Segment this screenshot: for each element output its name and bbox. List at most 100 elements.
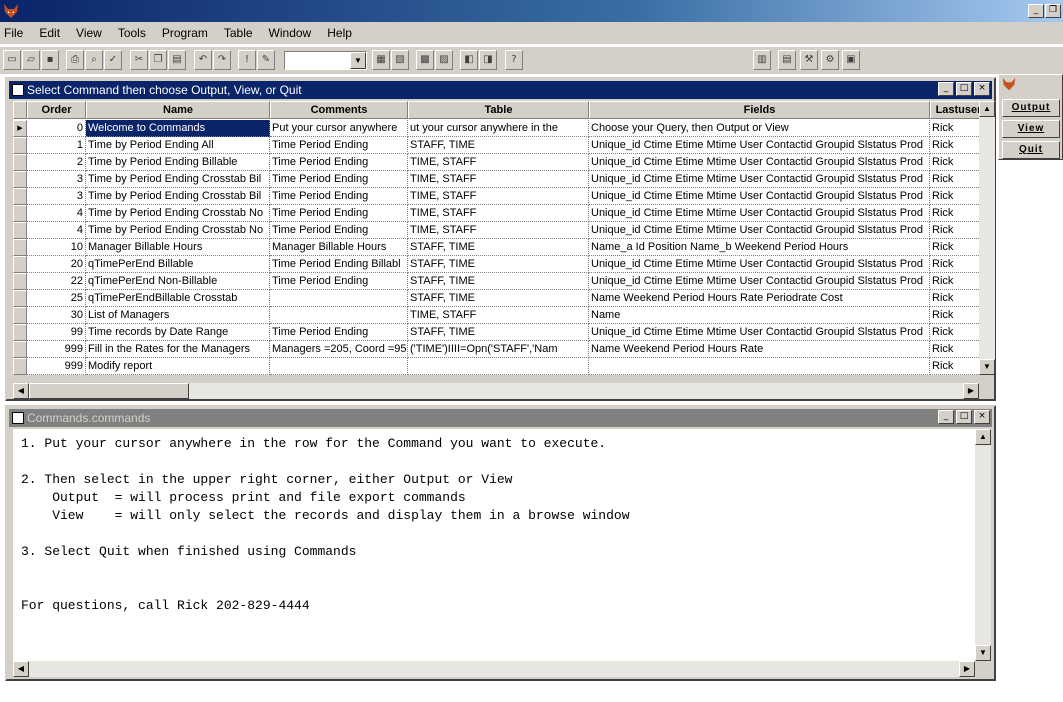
table-cell[interactable]: Time by Period Ending All: [86, 137, 270, 154]
table-cell[interactable]: qTimePerEnd Billable: [86, 256, 270, 273]
table-row[interactable]: ▶ 0 Welcome to Commands Put your cursor any…: [13, 120, 987, 137]
menu-window[interactable]: Window: [265, 26, 316, 40]
form-wizard-icon[interactable]: ◧: [460, 50, 478, 70]
table-cell[interactable]: [270, 358, 408, 375]
table-cell[interactable]: TIME, STAFF: [408, 171, 589, 188]
table-cell[interactable]: STAFF, TIME: [408, 239, 589, 256]
memo-scroll-up-icon[interactable]: ▲: [975, 429, 991, 445]
memo-scroll-right-icon[interactable]: ▶: [959, 661, 975, 677]
table-cell[interactable]: Unique_id Ctime Etime Mtime User Contact…: [589, 222, 930, 239]
run-icon[interactable]: !: [238, 50, 256, 70]
row-indicator[interactable]: [13, 154, 27, 171]
table-cell[interactable]: Welcome to Commands: [86, 120, 270, 137]
memo-scroll-down-icon[interactable]: ▼: [975, 645, 991, 661]
report-wizard-icon[interactable]: ◨: [479, 50, 497, 70]
table-cell[interactable]: Time Period Ending: [270, 137, 408, 154]
cut-icon[interactable]: ✂: [130, 50, 148, 70]
grid-vertical-scrollbar[interactable]: ▲ ▼: [979, 101, 995, 375]
scroll-right-icon[interactable]: ▶: [963, 383, 979, 399]
close-button[interactable]: ×: [974, 82, 990, 96]
app-restore-button[interactable]: ❐: [1045, 4, 1061, 18]
menu-program[interactable]: Program: [158, 26, 212, 40]
row-indicator[interactable]: [13, 290, 27, 307]
table-cell[interactable]: Time Period Ending: [270, 154, 408, 171]
row-indicator[interactable]: [13, 273, 27, 290]
settings-icon[interactable]: ⚙: [821, 50, 839, 70]
table-cell[interactable]: 99: [27, 324, 86, 341]
table-cell[interactable]: Time Period Ending: [270, 188, 408, 205]
maximize-button[interactable]: □: [956, 82, 972, 96]
print-icon[interactable]: ⎙: [66, 50, 84, 70]
table-cell[interactable]: TIME, STAFF: [408, 222, 589, 239]
table-row[interactable]: 3 Time by Period Ending Crosstab Bil Time …: [13, 188, 987, 205]
table-cell[interactable]: [270, 290, 408, 307]
table-row[interactable]: 30 List of Managers TIME, STAFF Name Rick: [13, 307, 987, 324]
table-row[interactable]: 2 Time by Period Ending Billable Time Peri…: [13, 154, 987, 171]
table-cell[interactable]: Unique_id Ctime Etime Mtime User Contact…: [589, 171, 930, 188]
new-file-icon[interactable]: ▭: [3, 50, 21, 70]
quit-button[interactable]: Quit: [1002, 141, 1060, 159]
table-cell[interactable]: 999: [27, 341, 86, 358]
table-cell[interactable]: 22: [27, 273, 86, 290]
table-cell[interactable]: Managers =205, Coord =95: [270, 341, 408, 358]
table-cell[interactable]: 25: [27, 290, 86, 307]
table-cell[interactable]: Time Period Ending Billabl: [270, 256, 408, 273]
table-cell[interactable]: STAFF, TIME: [408, 273, 589, 290]
memo-minimize-button[interactable]: _: [938, 410, 954, 424]
table-cell[interactable]: Time Period Ending: [270, 222, 408, 239]
print-preview-icon[interactable]: ⌕: [85, 50, 103, 70]
table-cell[interactable]: Unique_id Ctime Etime Mtime User Contact…: [589, 256, 930, 273]
row-indicator[interactable]: ▶: [13, 120, 27, 137]
table-cell[interactable]: Name: [589, 307, 930, 324]
column-header-fields[interactable]: Fields: [589, 101, 930, 119]
table-row[interactable]: 4 Time by Period Ending Crosstab No Time P…: [13, 205, 987, 222]
table-row[interactable]: 22 qTimePerEnd Non-Billable Time Period En…: [13, 273, 987, 290]
spell-check-icon[interactable]: ✓: [104, 50, 122, 70]
table-cell[interactable]: Time Period Ending: [270, 205, 408, 222]
row-indicator[interactable]: [13, 188, 27, 205]
table-cell[interactable]: Name Weekend Period Hours Rate Periodrat…: [589, 290, 930, 307]
table-cell[interactable]: Choose your Query, then Output or View: [589, 120, 930, 137]
save-icon[interactable]: ▪: [41, 50, 59, 70]
row-indicator[interactable]: [13, 137, 27, 154]
scroll-thumb[interactable]: [29, 383, 189, 399]
table-cell[interactable]: ut your cursor anywhere in the: [408, 120, 589, 137]
table-cell[interactable]: 1: [27, 137, 86, 154]
table-cell[interactable]: Modify report: [86, 358, 270, 375]
toolbar-combo-box[interactable]: ▼: [284, 51, 367, 70]
table-cell[interactable]: Time by Period Ending Crosstab Bil: [86, 188, 270, 205]
scroll-left-icon[interactable]: ◀: [13, 383, 29, 399]
memo-close-button[interactable]: ×: [974, 410, 990, 424]
table-cell[interactable]: Time Period Ending: [270, 171, 408, 188]
tools-icon[interactable]: ⚒: [800, 50, 818, 70]
scroll-down-icon[interactable]: ▼: [979, 359, 995, 375]
memo-vertical-scrollbar[interactable]: ▲ ▼: [975, 429, 991, 661]
row-indicator[interactable]: [13, 239, 27, 256]
table-cell[interactable]: qTimePerEndBillable Crosstab: [86, 290, 270, 307]
table-cell[interactable]: TIME, STAFF: [408, 307, 589, 324]
table-cell[interactable]: Unique_id Ctime Etime Mtime User Contact…: [589, 137, 930, 154]
table-cell[interactable]: [270, 307, 408, 324]
column-header-name[interactable]: Name: [86, 101, 270, 119]
table-row[interactable]: 999 Fill in the Rates for the Managers Man…: [13, 341, 987, 358]
menu-help[interactable]: Help: [323, 26, 356, 40]
table-cell[interactable]: Unique_id Ctime Etime Mtime User Contact…: [589, 154, 930, 171]
table-cell[interactable]: STAFF, TIME: [408, 137, 589, 154]
table-row[interactable]: 3 Time by Period Ending Crosstab Bil Time …: [13, 171, 987, 188]
column-header-comments[interactable]: Comments: [270, 101, 408, 119]
table-cell[interactable]: Unique_id Ctime Etime Mtime User Contact…: [589, 188, 930, 205]
table-cell[interactable]: Time by Period Ending Crosstab No: [86, 222, 270, 239]
output-button[interactable]: Output: [1002, 99, 1060, 117]
open-folder-icon[interactable]: ▱: [22, 50, 40, 70]
command-window-icon[interactable]: ▦: [372, 50, 390, 70]
row-indicator[interactable]: [13, 171, 27, 188]
table-cell[interactable]: Time by Period Ending Billable: [86, 154, 270, 171]
table-cell[interactable]: 3: [27, 188, 86, 205]
table-cell[interactable]: Time records by Date Range: [86, 324, 270, 341]
app-minimize-button[interactable]: _: [1028, 4, 1044, 18]
table-cell[interactable]: Time Period Ending: [270, 273, 408, 290]
view-window-icon[interactable]: ▧: [391, 50, 409, 70]
table-cell[interactable]: Manager Billable Hours: [270, 239, 408, 256]
database-designer-icon[interactable]: ▨: [435, 50, 453, 70]
table-cell[interactable]: qTimePerEnd Non-Billable: [86, 273, 270, 290]
